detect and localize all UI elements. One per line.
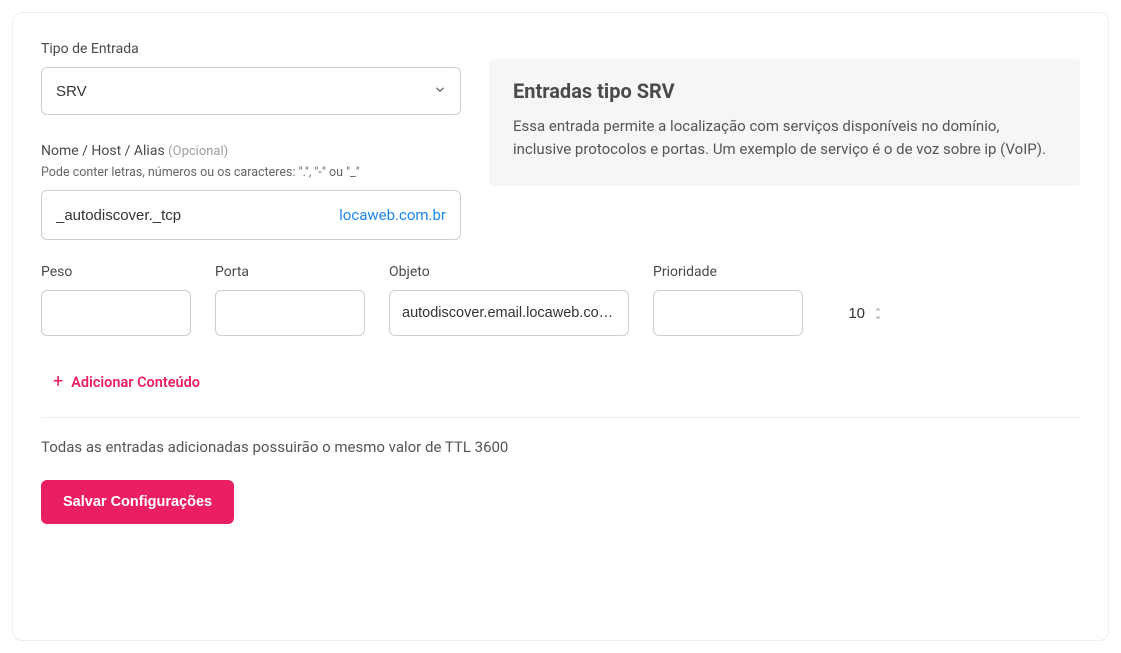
left-column: Tipo de Entrada SRV Nome / Host / Alias …	[41, 41, 461, 240]
top-row: Tipo de Entrada SRV Nome / Host / Alias …	[41, 41, 1080, 240]
entry-type-select-wrap: SRV	[41, 67, 461, 115]
info-panel: Entradas tipo SRV Essa entrada permite a…	[489, 59, 1080, 186]
ttl-note: Todas as entradas adicionadas possuirão …	[41, 438, 1080, 456]
chevron-down-icon	[873, 314, 883, 321]
host-hint: Pode conter letras, números ou os caract…	[41, 165, 461, 180]
prioridade-label: Prioridade	[653, 264, 803, 280]
objeto-label: Objeto	[389, 264, 629, 280]
host-optional-text: (Opcional)	[168, 144, 228, 159]
add-content-button[interactable]: + Adicionar Conteúdo	[53, 373, 200, 391]
host-label: Nome / Host / Alias (Opcional)	[41, 143, 461, 159]
plus-icon: +	[53, 373, 63, 391]
peso-label: Peso	[41, 264, 191, 280]
objeto-input[interactable]	[402, 305, 616, 321]
add-content-label: Adicionar Conteúdo	[71, 374, 200, 391]
objeto-input-wrap	[389, 290, 629, 336]
host-input-wrap: locaweb.com.br	[41, 190, 461, 240]
host-label-text: Nome / Host / Alias	[41, 143, 165, 159]
prioridade-input[interactable]	[666, 305, 873, 322]
divider	[41, 417, 1080, 418]
porta-label: Porta	[215, 264, 365, 280]
info-body: Essa entrada permite a localização com s…	[513, 115, 1056, 162]
host-input[interactable]	[56, 207, 331, 224]
peso-input-wrap	[41, 290, 191, 336]
record-fields-row: Peso Porta Objeto	[41, 264, 1080, 336]
entry-type-label: Tipo de Entrada	[41, 41, 461, 57]
entry-type-select[interactable]: SRV	[41, 67, 461, 115]
porta-group: Porta	[215, 264, 365, 336]
dns-record-card: Tipo de Entrada SRV Nome / Host / Alias …	[12, 12, 1109, 641]
porta-input-wrap	[215, 290, 365, 336]
prioridade-group: Prioridade	[653, 264, 803, 336]
peso-group: Peso	[41, 264, 191, 336]
save-button[interactable]: Salvar Configurações	[41, 480, 234, 524]
info-title: Entradas tipo SRV	[513, 79, 1056, 103]
prioridade-input-wrap	[653, 290, 803, 336]
objeto-group: Objeto	[389, 264, 629, 336]
host-domain-suffix: locaweb.com.br	[331, 206, 446, 224]
chevron-up-icon	[873, 306, 883, 313]
prioridade-stepper[interactable]	[873, 306, 883, 321]
